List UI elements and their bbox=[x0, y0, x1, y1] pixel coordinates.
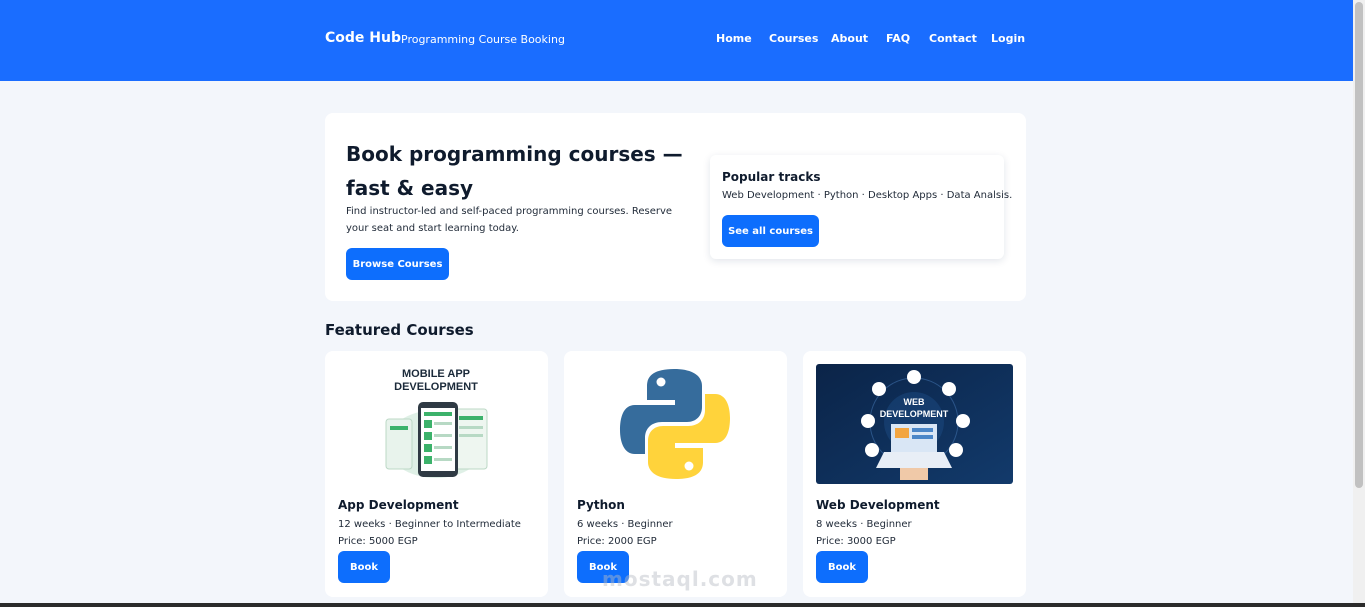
popular-tracks-title: Popular tracks bbox=[722, 170, 821, 184]
hero-title: Book programming courses — fast & easy bbox=[346, 142, 683, 200]
course-title: App Development bbox=[338, 498, 459, 512]
hero-description: Find instructor-led and self-paced progr… bbox=[346, 206, 673, 234]
course-price: Price: 3000 EGP bbox=[816, 536, 896, 547]
nav-faq[interactable]: FAQ bbox=[886, 32, 910, 45]
nav-home[interactable]: Home bbox=[716, 32, 752, 45]
popular-tracks-card: Popular tracks Web Development · Python … bbox=[710, 155, 1012, 259]
book-button[interactable]: Book bbox=[338, 551, 390, 583]
image-caption-line1: WEB bbox=[904, 397, 925, 407]
nav-login[interactable]: Login bbox=[991, 32, 1025, 45]
course-price: Price: 5000 EGP bbox=[338, 536, 418, 547]
brand-logo[interactable]: Code Hub bbox=[325, 30, 401, 46]
image-caption-line2: DEVELOPMENT bbox=[394, 381, 478, 393]
course-card-app-development: MOBILE APP DEVELOPMENT App Development 1… bbox=[325, 351, 548, 597]
scrollbar-thumb[interactable] bbox=[1355, 2, 1363, 488]
popular-tracks-list: Web Development · Python · Desktop Apps … bbox=[722, 190, 1013, 201]
bottom-edge bbox=[0, 603, 1365, 607]
book-button[interactable]: Book bbox=[577, 551, 629, 583]
course-price: Price: 2000 EGP bbox=[577, 536, 657, 547]
course-title: Python bbox=[577, 498, 625, 512]
course-title: Web Development bbox=[816, 498, 940, 512]
course-card-web-development: WEB DEVELOPMENT Web Development 8 weeks … bbox=[803, 351, 1026, 597]
featured-courses-title: Featured Courses bbox=[325, 321, 474, 339]
nav-about[interactable]: About bbox=[831, 32, 868, 45]
course-meta: 6 weeks · Beginner bbox=[577, 519, 673, 530]
course-card-python: Python 6 weeks · Beginner Price: 2000 EG… bbox=[564, 351, 787, 597]
course-meta: 8 weeks · Beginner bbox=[816, 519, 912, 530]
see-all-courses-button[interactable]: See all courses bbox=[722, 215, 819, 247]
nav-contact[interactable]: Contact bbox=[929, 32, 977, 45]
image-caption-line2: DEVELOPMENT bbox=[880, 409, 949, 419]
site-header: Code Hub Programming Course Booking Home… bbox=[0, 0, 1353, 81]
web-development-illustration: WEB DEVELOPMENT bbox=[816, 364, 1013, 484]
hero-section: Book programming courses — fast & easy F… bbox=[325, 113, 1026, 301]
nav-courses[interactable]: Courses bbox=[769, 32, 818, 45]
image-caption-line1: MOBILE APP bbox=[402, 368, 470, 380]
course-meta: 12 weeks · Beginner to Intermediate bbox=[338, 519, 521, 530]
page-scrollbar[interactable] bbox=[1353, 0, 1365, 607]
browse-courses-button[interactable]: Browse Courses bbox=[346, 248, 449, 280]
python-logo-icon bbox=[577, 364, 774, 484]
brand-tagline: Programming Course Booking bbox=[401, 33, 565, 46]
book-button[interactable]: Book bbox=[816, 551, 868, 583]
mobile-app-illustration: MOBILE APP DEVELOPMENT bbox=[338, 364, 535, 484]
